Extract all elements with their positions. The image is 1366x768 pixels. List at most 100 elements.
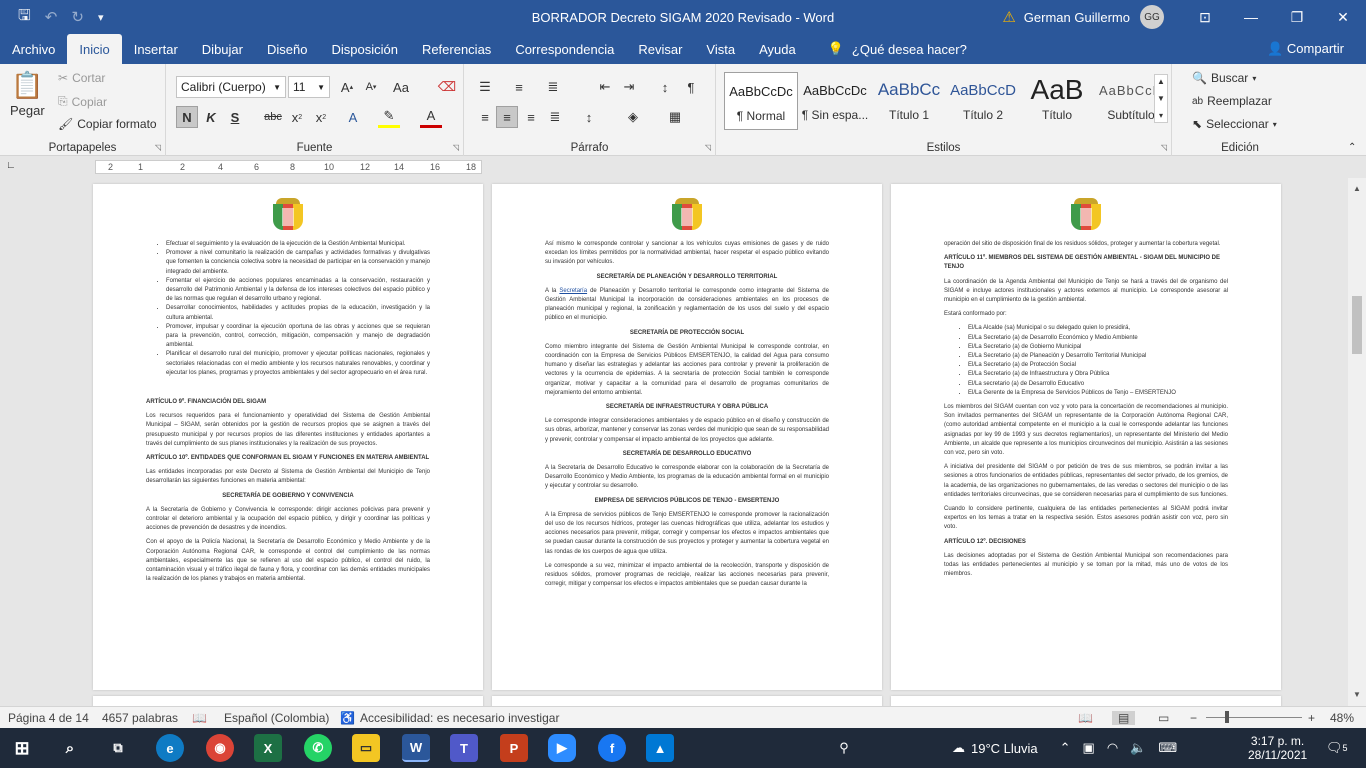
tab-dibujar[interactable]: Dibujar bbox=[190, 34, 255, 64]
customize-toolbar-icon[interactable]: ▾ bbox=[98, 11, 104, 24]
whatsapp-icon[interactable]: ✆ bbox=[304, 734, 332, 762]
zoom-slider-thumb[interactable] bbox=[1224, 711, 1229, 723]
spelling-flagged-word[interactable]: Secretaría bbox=[559, 288, 587, 294]
word-icon[interactable]: W bbox=[402, 734, 430, 762]
tab-selector-icon[interactable]: ∟ bbox=[6, 160, 16, 171]
style-title[interactable]: AaB Título bbox=[1020, 72, 1094, 130]
next-page-top[interactable] bbox=[93, 696, 483, 706]
minimize-button[interactable]: — bbox=[1228, 0, 1274, 34]
page-content[interactable]: Así mismo le corresponde controlar y san… bbox=[545, 240, 829, 595]
close-button[interactable]: ✕ bbox=[1320, 0, 1366, 34]
select-button[interactable]: ⬉ Seleccionar ▾ bbox=[1192, 117, 1277, 131]
zoom-level[interactable]: 48% bbox=[1330, 711, 1354, 725]
redo-icon[interactable]: ↻ bbox=[71, 8, 84, 26]
volume-icon[interactable]: 🔈 bbox=[1130, 740, 1146, 756]
accessibility-status[interactable]: Accesibilidad: es necesario investigar bbox=[360, 711, 559, 725]
format-painter-button[interactable]: 🖌 Copiar formato bbox=[58, 117, 157, 131]
ribbon-display-icon[interactable]: ⊡ bbox=[1182, 0, 1228, 34]
teams-icon[interactable]: T bbox=[450, 734, 478, 762]
clock[interactable]: 3:17 p. m. 28/11/2021 bbox=[1248, 728, 1307, 768]
italic-button[interactable]: K bbox=[200, 106, 222, 128]
cut-button[interactable]: ✂ Cortar bbox=[58, 71, 105, 85]
shrink-font-icon[interactable]: A ▾ bbox=[360, 76, 382, 98]
text-effects-icon[interactable]: A bbox=[342, 106, 364, 128]
style-heading-2[interactable]: AaBbCcD Título 2 bbox=[946, 72, 1020, 130]
strikethrough-button[interactable]: abc bbox=[262, 106, 284, 128]
styles-more-icon[interactable]: ▲ ▼ ▾ bbox=[1154, 74, 1168, 123]
grow-font-icon[interactable]: A ▴ bbox=[336, 76, 358, 98]
font-name-combo[interactable]: Calibri (Cuerpo) ▼ bbox=[176, 76, 286, 98]
read-mode-icon[interactable]: 📖 bbox=[1078, 711, 1093, 725]
weather-status[interactable]: 19°C Lluvia bbox=[971, 741, 1038, 756]
restore-button[interactable]: ❐ bbox=[1274, 0, 1320, 34]
styles-launcher-icon[interactable]: ◹ bbox=[1161, 143, 1167, 152]
font-color-icon[interactable]: A bbox=[420, 106, 442, 128]
justify-icon[interactable]: ≣ bbox=[544, 106, 566, 128]
borders-icon[interactable]: ▦ bbox=[664, 106, 686, 128]
tab-insertar[interactable]: Insertar bbox=[122, 34, 190, 64]
style-heading-1[interactable]: AaBbCc Título 1 bbox=[872, 72, 946, 130]
next-page-top[interactable] bbox=[492, 696, 882, 706]
word-count[interactable]: 4657 palabras bbox=[102, 711, 178, 725]
document-area[interactable]: Efectuar el seguimiento y la evaluación … bbox=[0, 178, 1348, 706]
scroll-up-icon[interactable]: ▲ bbox=[1348, 184, 1366, 193]
superscript-button[interactable]: x2 bbox=[310, 106, 332, 128]
paragraph-launcher-icon[interactable]: ◹ bbox=[705, 143, 711, 152]
align-right-icon[interactable]: ≡ bbox=[520, 106, 542, 128]
language-indicator[interactable]: Español (Colombia) bbox=[224, 711, 329, 725]
tab-diseno[interactable]: Diseño bbox=[255, 34, 319, 64]
line-spacing-icon[interactable]: ↕ bbox=[578, 106, 600, 128]
zoom-slider[interactable] bbox=[1206, 717, 1302, 718]
shading-icon[interactable]: ◈ bbox=[622, 106, 644, 128]
tab-archivo[interactable]: Archivo bbox=[0, 34, 67, 64]
chrome-icon[interactable]: ◉ bbox=[206, 734, 234, 762]
proofing-icon[interactable]: 📖 bbox=[192, 711, 207, 725]
align-center-icon[interactable]: ≡ bbox=[496, 106, 518, 128]
notifications-button[interactable]: 🗨 5 bbox=[1326, 728, 1348, 768]
vertical-scrollbar[interactable]: ▲ ▼ bbox=[1348, 178, 1366, 706]
zoom-in-icon[interactable]: + bbox=[1308, 711, 1315, 725]
chevron-up-icon[interactable]: ⌃ bbox=[1060, 740, 1071, 756]
copy-button[interactable]: ⎘ Copiar bbox=[58, 94, 107, 109]
numbering-icon[interactable]: ≡ bbox=[508, 76, 530, 98]
tab-ayuda[interactable]: Ayuda bbox=[747, 34, 808, 64]
undo-icon[interactable]: ↶ bbox=[45, 8, 58, 26]
share-button[interactable]: 👤 Compartir bbox=[1267, 41, 1344, 57]
excel-icon[interactable]: X bbox=[254, 734, 282, 762]
change-case-icon[interactable]: Aa bbox=[390, 76, 412, 98]
style-no-spacing[interactable]: AaBbCcDc ¶ Sin espa... bbox=[798, 72, 872, 130]
collapse-ribbon-icon[interactable]: ⌃ bbox=[1348, 142, 1356, 153]
tab-disposicion[interactable]: Disposición bbox=[319, 34, 409, 64]
next-page-top[interactable] bbox=[891, 696, 1281, 706]
tab-referencias[interactable]: Referencias bbox=[410, 34, 503, 64]
page-content[interactable]: Efectuar el seguimiento y la evaluación … bbox=[146, 240, 430, 590]
file-explorer-icon[interactable]: ▭ bbox=[352, 734, 380, 762]
web-layout-icon[interactable]: ▭ bbox=[1158, 711, 1169, 725]
tab-correspondencia[interactable]: Correspondencia bbox=[503, 34, 626, 64]
tab-revisar[interactable]: Revisar bbox=[626, 34, 694, 64]
font-launcher-icon[interactable]: ◹ bbox=[453, 143, 459, 152]
page-content[interactable]: operación del sitio de disposición final… bbox=[944, 240, 1228, 585]
save-icon[interactable]: 🖫 bbox=[18, 5, 31, 30]
weather-icon[interactable]: ☁ bbox=[952, 740, 965, 756]
tell-me-search[interactable]: 💡 ¿Qué desea hacer? bbox=[816, 34, 979, 64]
replace-button[interactable]: ab Reemplazar bbox=[1192, 94, 1272, 108]
powerpoint-icon[interactable]: P bbox=[500, 734, 528, 762]
network-icon[interactable]: ▣ bbox=[1083, 740, 1095, 756]
print-layout-icon[interactable]: ▤ bbox=[1112, 711, 1136, 725]
decrease-indent-icon[interactable]: ⇤ bbox=[594, 76, 616, 98]
show-marks-icon[interactable]: ¶ bbox=[680, 76, 702, 98]
user-name[interactable]: German Guillermo bbox=[1024, 10, 1130, 25]
search-icon[interactable]: ⌕ bbox=[56, 734, 84, 762]
page-count[interactable]: Página 4 de 14 bbox=[8, 711, 89, 725]
windows-start-icon[interactable]: ⊞ bbox=[8, 734, 36, 762]
avatar[interactable]: GG bbox=[1140, 5, 1164, 29]
highlight-icon[interactable]: ✎ bbox=[378, 106, 400, 128]
scroll-down-icon[interactable]: ▼ bbox=[1348, 690, 1366, 699]
people-icon[interactable]: ⚲ bbox=[830, 734, 858, 762]
style-normal[interactable]: AaBbCcDc ¶ Normal bbox=[724, 72, 798, 130]
wifi-icon[interactable]: ◠ bbox=[1107, 740, 1118, 756]
tab-inicio[interactable]: Inicio bbox=[67, 34, 122, 64]
clipboard-launcher-icon[interactable]: ◹ bbox=[155, 143, 161, 152]
underline-button[interactable]: S bbox=[224, 106, 246, 128]
